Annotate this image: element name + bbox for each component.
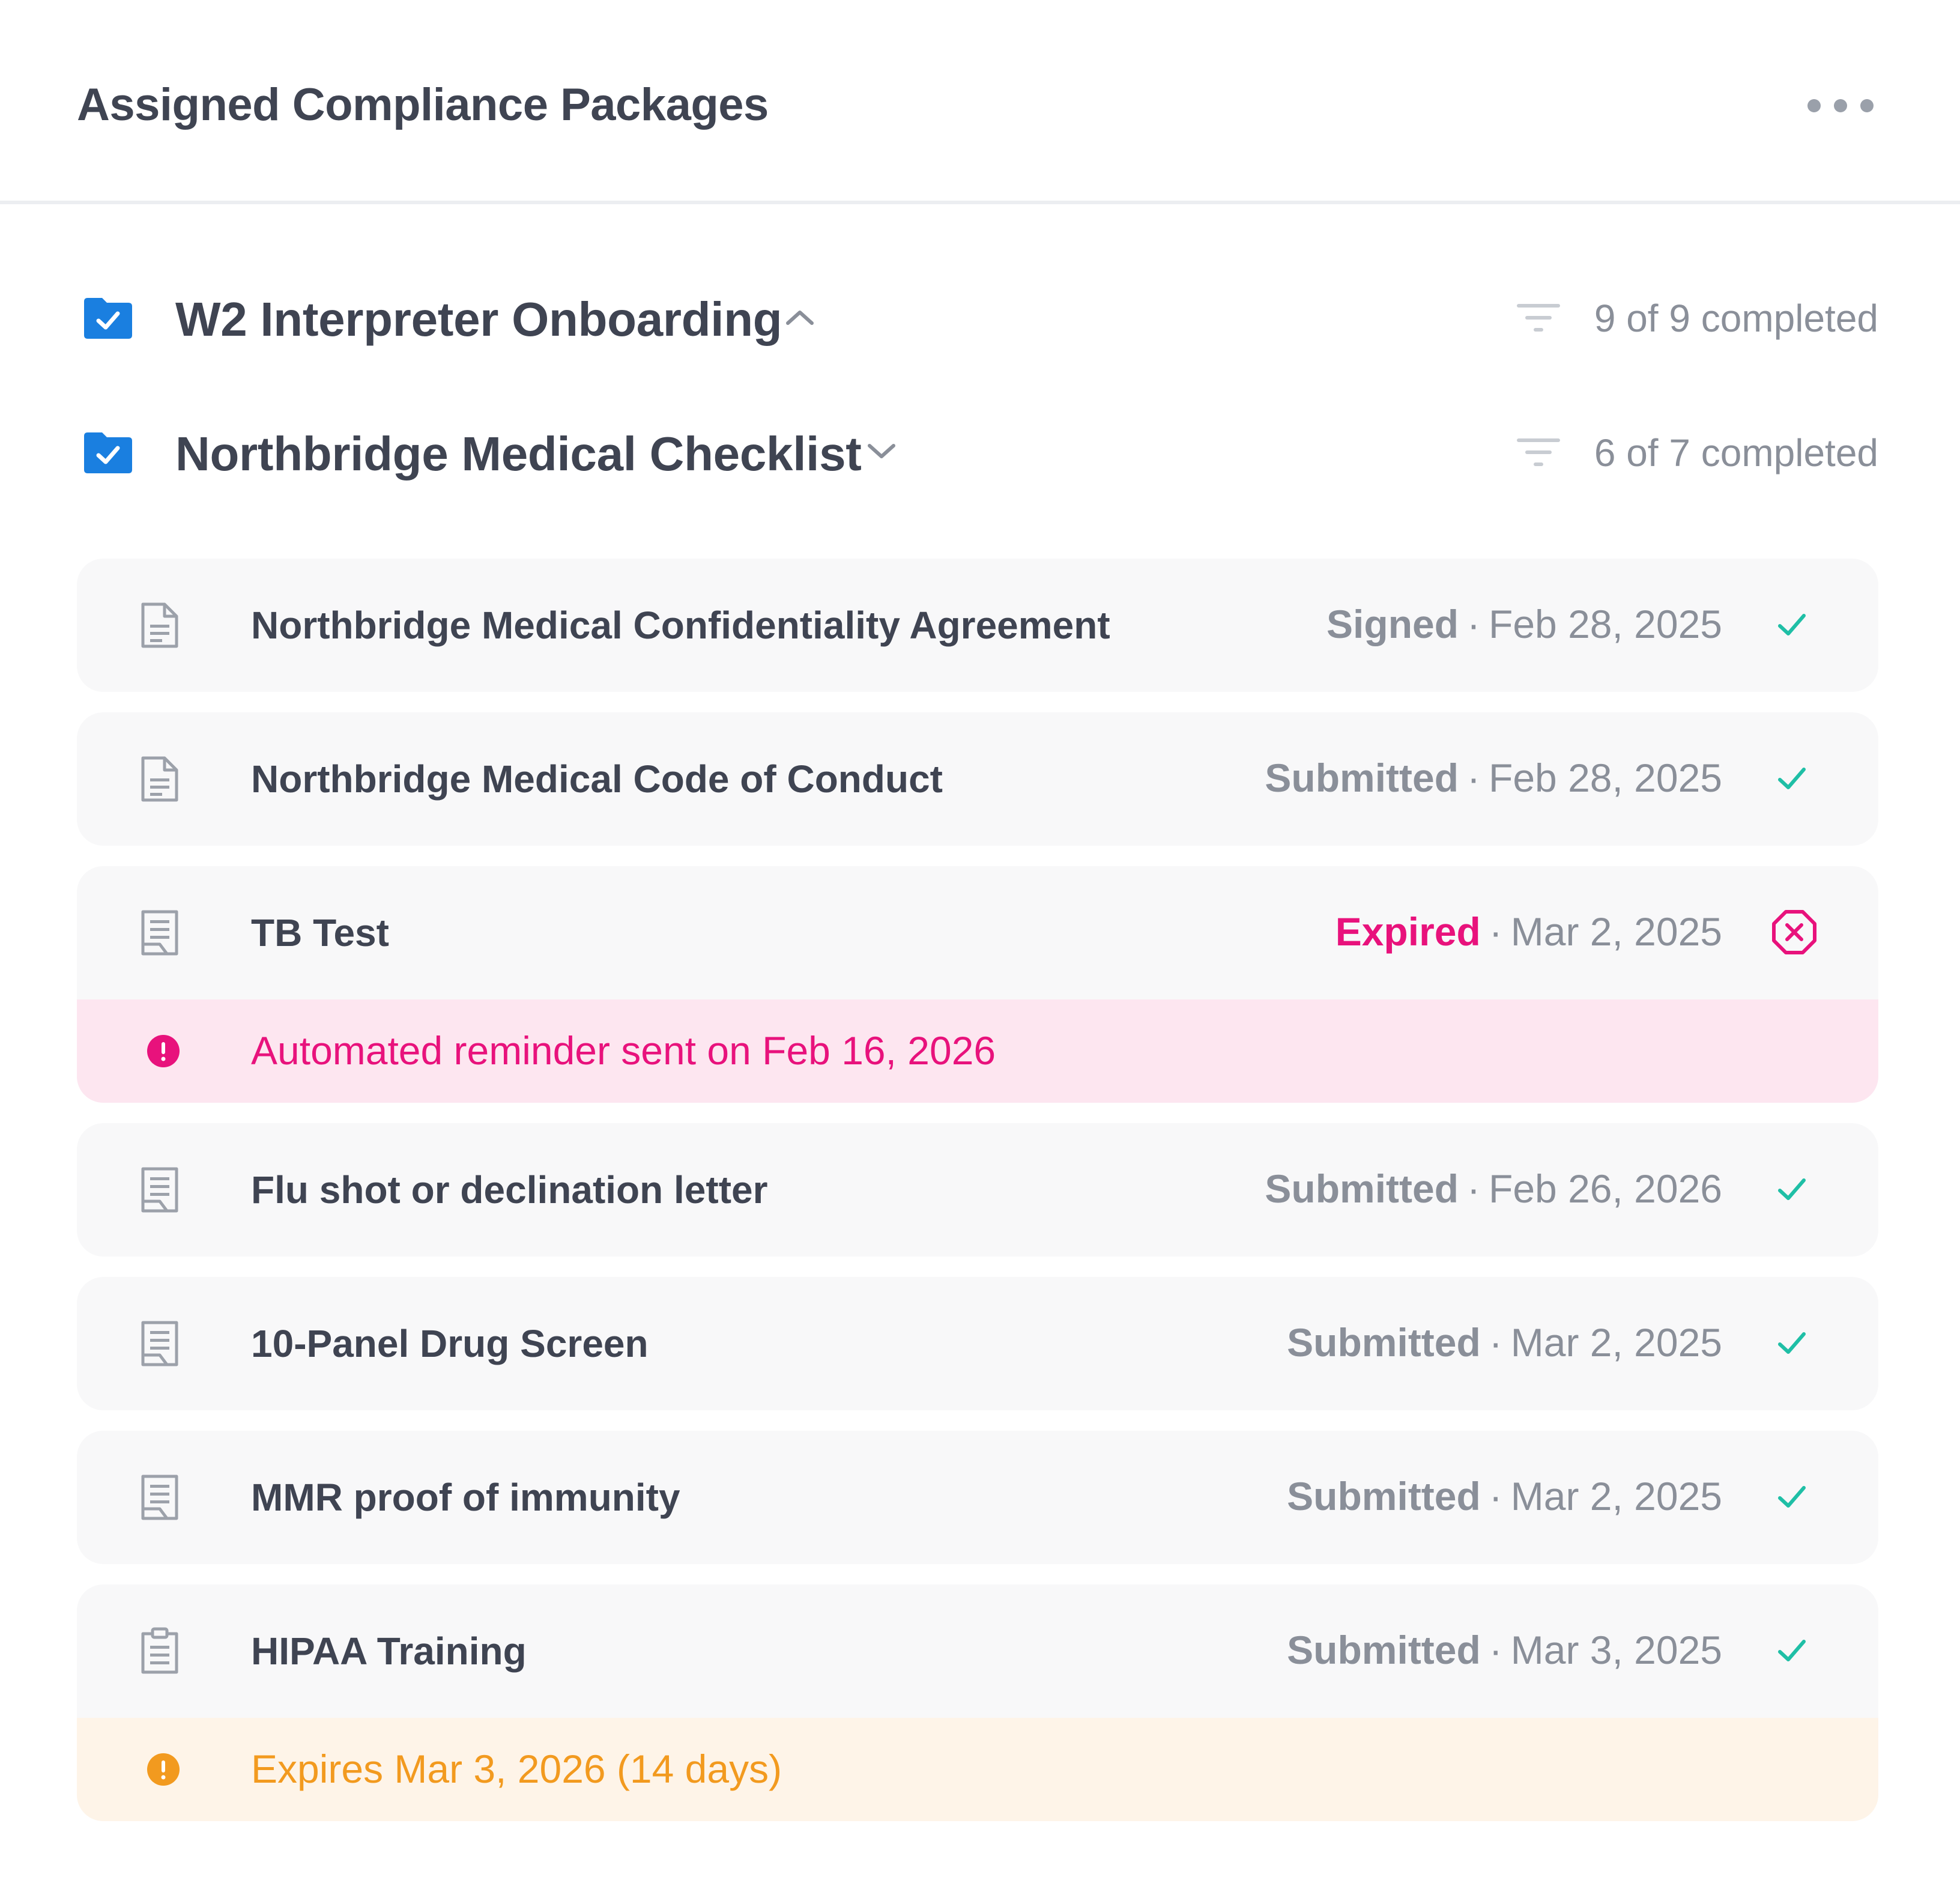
check-icon <box>1778 1640 1806 1661</box>
list-item-expired[interactable]: TB Test Expired · Mar 2, 2025 Automated re… <box>77 866 1878 1103</box>
status-date: Feb 28, 2025 <box>1489 602 1722 646</box>
item-status: Submitted · Feb 26, 2026 <box>1265 1162 1722 1216</box>
item-title: Northbridge Medical Code of Conduct <box>251 757 943 801</box>
separator: · <box>1467 1166 1481 1211</box>
item-status: Submitted · Mar 2, 2025 <box>1287 1469 1722 1523</box>
status-label: Submitted <box>1287 1628 1481 1672</box>
list-item-expiring[interactable]: HIPAA Training Submitted · Mar 3, 2025 Exp… <box>77 1584 1878 1821</box>
item-status: Submitted · Feb 28, 2025 <box>1265 751 1722 805</box>
package-progress: 9 of 9 completed <box>1594 297 1878 340</box>
alert-text: Automated reminder sent on Feb 16, 2026 <box>251 1028 996 1073</box>
package-row-northbridge-medical-checklist[interactable]: Northbridge Medical Checklist 6 of 7 com… <box>0 417 1960 489</box>
record-icon <box>141 910 178 956</box>
status-date: Mar 3, 2025 <box>1510 1628 1722 1672</box>
status-label: Submitted <box>1287 1320 1481 1365</box>
item-status: Submitted · Mar 2, 2025 <box>1287 1315 1722 1369</box>
status-label: Submitted <box>1287 1474 1481 1518</box>
check-icon <box>1778 1332 1806 1354</box>
filter-icon <box>1517 438 1560 466</box>
separator: · <box>1489 1628 1502 1672</box>
item-title: 10-Panel Drug Screen <box>251 1322 649 1365</box>
separator: · <box>1489 909 1502 954</box>
record-icon <box>141 1321 178 1366</box>
expiry-warning: Expires Mar 3, 2026 (14 days) <box>77 1718 1878 1821</box>
list-item[interactable]: Flu shot or declination letter Submitted… <box>77 1123 1878 1257</box>
package-progress: 6 of 7 completed <box>1594 431 1878 474</box>
status-date: Mar 2, 2025 <box>1510 909 1722 954</box>
separator: · <box>1467 756 1481 800</box>
more-options-icon[interactable] <box>1807 93 1874 118</box>
item-status: Signed · Feb 28, 2025 <box>1326 597 1722 651</box>
list-item[interactable]: Northbridge Medical Confidentiality Agre… <box>77 559 1878 692</box>
expired-x-icon <box>1772 910 1816 954</box>
package-row-w2-interpreter-onboarding[interactable]: W2 Interpreter Onboarding 9 of 9 complet… <box>0 282 1960 354</box>
alert-circle-icon <box>147 1035 180 1067</box>
page-title: Assigned Compliance Packages <box>77 79 769 130</box>
status-label: Submitted <box>1265 756 1459 800</box>
folder-check-icon <box>84 432 132 473</box>
item-status: Expired · Mar 2, 2025 <box>1335 905 1722 959</box>
separator: · <box>1489 1320 1502 1365</box>
document-icon <box>141 602 178 648</box>
package-title: Northbridge Medical Checklist <box>175 427 862 481</box>
item-title: TB Test <box>251 911 389 954</box>
reminder-alert: Automated reminder sent on Feb 16, 2026 <box>77 999 1878 1103</box>
status-label: Signed <box>1326 602 1459 646</box>
item-title: MMR proof of immunity <box>251 1476 680 1519</box>
check-icon <box>1778 1178 1806 1200</box>
alert-circle-icon <box>147 1753 180 1786</box>
chevron-up-icon[interactable] <box>783 306 817 328</box>
record-icon <box>141 1475 178 1520</box>
package-title: W2 Interpreter Onboarding <box>175 293 782 346</box>
check-icon <box>1778 614 1806 635</box>
clipboard-icon <box>141 1627 178 1674</box>
check-icon <box>1778 1486 1806 1508</box>
list-item[interactable]: MMR proof of immunity Submitted · Mar 2, 2… <box>77 1431 1878 1564</box>
check-icon <box>1778 768 1806 789</box>
record-icon <box>141 1167 178 1213</box>
chevron-down-icon[interactable] <box>865 441 898 462</box>
item-status: Submitted · Mar 3, 2025 <box>1287 1623 1722 1677</box>
filter-icon <box>1517 304 1560 332</box>
separator: · <box>1467 602 1481 646</box>
panel-header: Assigned Compliance Packages <box>0 0 1960 204</box>
item-title: Northbridge Medical Confidentiality Agre… <box>251 604 1110 647</box>
status-label: Submitted <box>1265 1166 1459 1211</box>
list-item[interactable]: 10-Panel Drug Screen Submitted · Mar 2, 20… <box>77 1277 1878 1410</box>
status-date: Feb 28, 2025 <box>1489 756 1722 800</box>
item-title: HIPAA Training <box>251 1630 527 1673</box>
separator: · <box>1489 1474 1502 1518</box>
status-date: Feb 26, 2026 <box>1489 1166 1722 1211</box>
document-icon <box>141 756 178 802</box>
list-item[interactable]: Northbridge Medical Code of Conduct Subm… <box>77 712 1878 846</box>
compliance-panel: Assigned Compliance Packages W2 Interpre… <box>0 0 1960 1898</box>
alert-text: Expires Mar 3, 2026 (14 days) <box>251 1747 782 1791</box>
status-date: Mar 2, 2025 <box>1510 1474 1722 1518</box>
item-title: Flu shot or declination letter <box>251 1168 768 1211</box>
status-label: Expired <box>1335 909 1481 954</box>
status-date: Mar 2, 2025 <box>1510 1320 1722 1365</box>
folder-check-icon <box>84 298 132 339</box>
